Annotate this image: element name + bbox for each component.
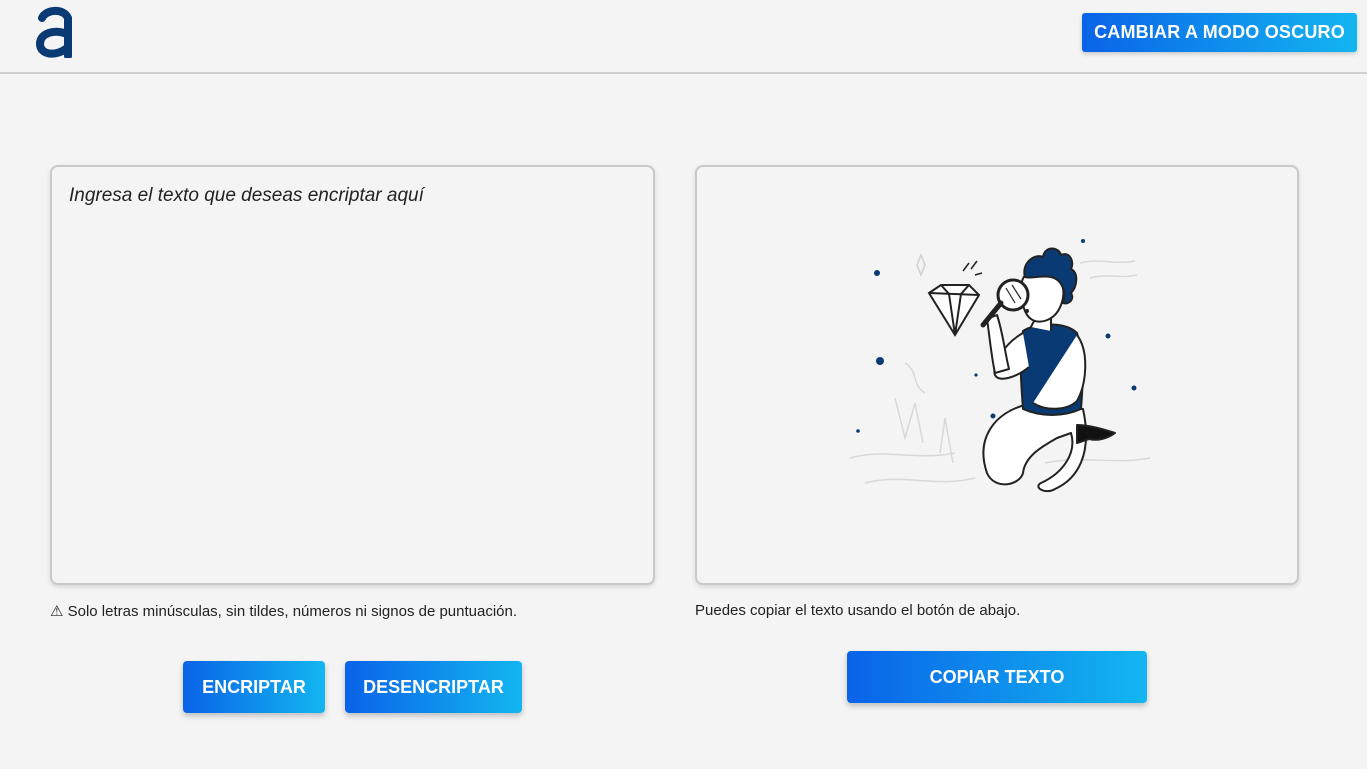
warning-icon: ⚠ [50,603,64,620]
toggle-dark-mode-button[interactable]: CAMBIAR A MODO OSCURO [1082,13,1357,52]
output-panel [695,165,1299,585]
text-input[interactable] [52,167,653,583]
encrypt-button[interactable]: ENCRIPTAR [183,661,325,713]
decrypt-button[interactable]: DESENCRIPTAR [345,661,522,713]
alura-logo-icon[interactable] [34,6,76,58]
app-header: CAMBIAR A MODO OSCURO [0,0,1367,74]
copy-text-button[interactable]: COPIAR TEXTO [847,651,1147,703]
input-rules-hint: ⚠ Solo letras minúsculas, sin tildes, nú… [50,602,517,620]
copy-hint: Puedes copiar el texto usando el botón d… [695,602,1021,619]
person-with-magnifier-illustration-icon [849,239,1151,493]
warning-text: Solo letras minúsculas, sin tildes, núme… [63,603,518,620]
input-panel [50,165,655,585]
